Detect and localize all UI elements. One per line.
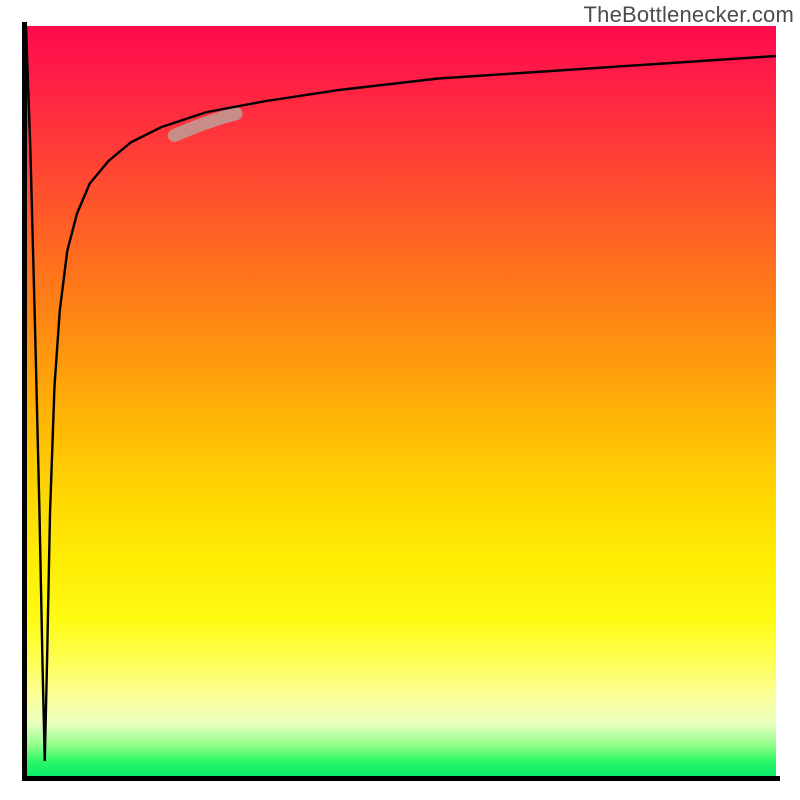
plot-area [26,26,776,776]
bottleneck-curve [26,26,776,761]
axis-left-frame [22,22,27,780]
highlight-segment [175,114,237,136]
chart-container: TheBottlenecker.com [0,0,800,800]
watermark-text: TheBottlenecker.com [584,2,794,28]
axis-bottom-frame [22,776,780,781]
curve-svg [26,26,776,776]
